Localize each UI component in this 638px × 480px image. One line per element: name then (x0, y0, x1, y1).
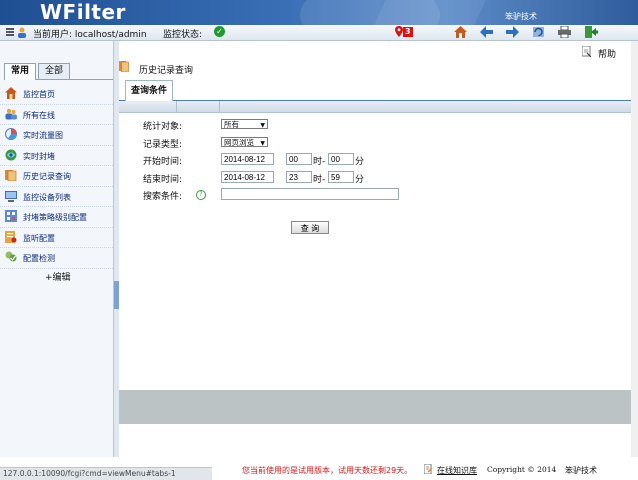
sidebar-item-label: 封堵策略级别配置 (23, 213, 87, 222)
start-date-input[interactable] (221, 153, 274, 165)
sidebar-item-monitor-home[interactable]: 监控首页 (0, 84, 113, 105)
sidebar-nav: 监控首页 所有在线 实时流量图 实时封堵 历史记录查询 监控设备列表 封堵策略级… (0, 84, 113, 269)
forward-arrow-icon[interactable] (506, 26, 519, 38)
stat-target-label: 统计对象: (143, 122, 183, 132)
back-arrow-icon[interactable] (480, 26, 493, 38)
search-condition-input[interactable] (221, 188, 399, 200)
sidebar-item-label: 监听配置 (23, 233, 55, 243)
stat-target-value: 所有 (224, 120, 239, 129)
sidebar-item-listen-config[interactable]: 监听配置 (0, 228, 113, 248)
device-icon (5, 190, 17, 202)
history-icon (5, 170, 17, 181)
brand-name: 笨驴技术 (505, 12, 537, 21)
current-user-label: 当前用户: localhost/admin (33, 30, 147, 40)
sidebar-item-all-online[interactable]: 所有在线 (0, 105, 113, 125)
results-band (119, 390, 631, 424)
end-time-label: 结束时间: (143, 175, 183, 185)
home-icon[interactable] (454, 26, 467, 38)
knowledge-base-icon (424, 464, 433, 474)
trial-notice: 您当前使用的是试用版本，试用天数还剩29天。 (242, 466, 413, 475)
company-name: 笨驴技术 (565, 466, 597, 475)
logout-icon[interactable] (585, 26, 598, 38)
help-hint-icon[interactable]: ? (196, 190, 206, 200)
tab-query-conditions[interactable]: 查询条件 (125, 80, 174, 101)
block-icon (5, 149, 17, 160)
sidebar-item-label: 监控首页 (23, 90, 55, 99)
hour-separator: 时- (313, 175, 326, 185)
banner-decoration (374, 0, 486, 25)
copyright: Copyright © 2014 (487, 465, 557, 474)
help-link[interactable]: 帮助 (598, 47, 616, 60)
header-banner: WFilter 笨驴技术 (0, 0, 638, 25)
sidebar-tabs: 常用 全部 (4, 62, 113, 80)
tab-common[interactable]: 常用 (4, 63, 37, 80)
sidebar-item-label: 历史记录查询 (23, 172, 71, 181)
home-icon (5, 87, 17, 99)
users-icon (5, 108, 17, 119)
main-content: 帮助 历史记录查询 查询条件 统计对象: 所有 ▼ 记录类型: 网页浏览 ▼ 开始时… (119, 41, 631, 466)
vertical-scrollbar[interactable] (631, 41, 638, 466)
sidebar-item-realtime-traffic[interactable]: 实时流量图 (0, 125, 113, 146)
sidebar-item-label: 实时封堵 (23, 151, 55, 161)
search-condition-label: 搜索条件: (143, 192, 183, 202)
form-header-bar (119, 101, 631, 113)
record-type-value: 网页浏览 (224, 138, 254, 147)
edit-sidebar-link[interactable]: +编辑 (45, 270, 71, 283)
sidebar-item-label: 所有在线 (23, 110, 55, 120)
tab-all[interactable]: 全部 (38, 63, 71, 79)
monitor-status-label: 监控状态: (163, 30, 203, 40)
check-icon (5, 251, 17, 262)
start-minute-input[interactable] (328, 153, 354, 165)
help-icon[interactable] (582, 46, 591, 57)
sidebar-item-label: 实时流量图 (23, 131, 63, 140)
sidebar-item-block-policy[interactable]: 封堵策略级别配置 (0, 207, 113, 228)
status-ok-icon: ✓ (214, 26, 225, 37)
record-type-label: 记录类型: (143, 140, 183, 150)
listen-icon (5, 230, 17, 243)
sidebar-item-history-query[interactable]: 历史记录查询 (0, 166, 113, 187)
end-minute-input[interactable] (328, 171, 354, 183)
menu-icon[interactable] (6, 28, 14, 36)
sidebar-item-config-check[interactable]: 配置检测 (0, 248, 113, 269)
start-time-label: 开始时间: (143, 157, 183, 167)
chart-icon (5, 128, 17, 140)
start-hour-input[interactable] (286, 153, 312, 165)
print-icon[interactable] (558, 26, 571, 38)
refresh-icon[interactable] (532, 26, 545, 38)
query-button[interactable]: 查 询 (291, 221, 329, 234)
history-icon (119, 61, 129, 72)
hour-separator: 时- (313, 157, 326, 167)
alert-count-badge[interactable]: 3 (403, 27, 413, 37)
user-icon (18, 27, 26, 38)
end-date-input[interactable] (221, 171, 274, 183)
sidebar-item-label: 监控设备列表 (23, 192, 71, 202)
end-hour-input[interactable] (286, 171, 312, 183)
sidebar-item-device-list[interactable]: 监控设备列表 (0, 187, 113, 207)
status-bar: 当前用户: localhost/admin 监控状态: ✓ 3 (0, 25, 638, 41)
app-logo: WFilter (40, 0, 126, 24)
record-type-select[interactable]: 网页浏览 ▼ (221, 137, 268, 147)
knowledge-base-link[interactable]: 在线知识库 (437, 465, 477, 476)
dropdown-arrow-icon: ▼ (260, 122, 265, 129)
policy-icon (5, 210, 17, 222)
alert-pin-icon[interactable] (395, 26, 403, 37)
sidebar-item-label: 配置检测 (23, 254, 55, 263)
page-title: 历史记录查询 (139, 66, 194, 76)
minute-suffix: 分 (355, 157, 365, 167)
sidebar-item-realtime-block[interactable]: 实时封堵 (0, 146, 113, 166)
dropdown-arrow-icon: ▼ (260, 140, 265, 147)
stat-target-select[interactable]: 所有 ▼ (221, 119, 268, 129)
status-url: 127.0.0.1:10090/fcgi?cmd=viewMenu#tabs-1 (0, 467, 212, 480)
minute-suffix: 分 (355, 175, 365, 185)
content-tabs: 查询条件 (119, 78, 631, 102)
sidebar: 常用 全部 监控首页 所有在线 实时流量图 实时封堵 历史记录查询 监控设备列表 (0, 41, 113, 466)
